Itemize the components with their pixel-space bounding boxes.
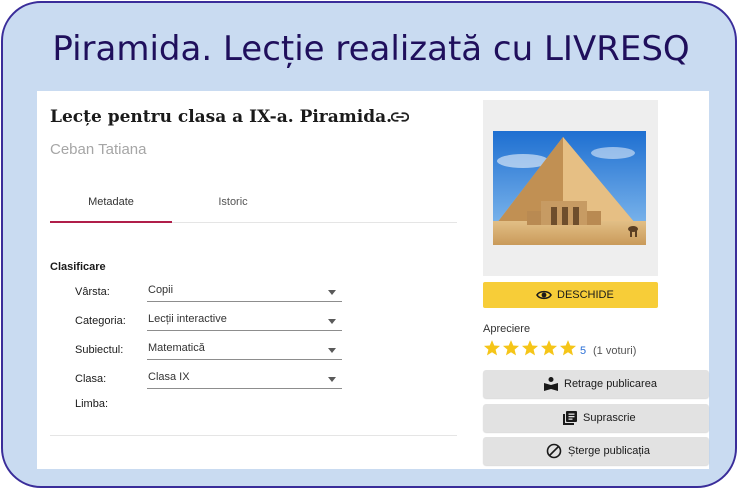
library-books-icon <box>563 411 577 425</box>
lesson-thumbnail-box <box>483 100 658 276</box>
link-icon[interactable] <box>391 110 409 124</box>
rating-votes: (1 voturi) <box>593 345 637 357</box>
pyramid-image <box>493 131 646 245</box>
age-value: Copii <box>148 284 174 296</box>
star-icon[interactable] <box>559 339 577 357</box>
delete-label: Șterge publicația <box>568 445 650 457</box>
star-icon[interactable] <box>502 339 520 357</box>
tab-istoric[interactable]: Istoric <box>172 189 294 223</box>
rating-label: Apreciere <box>483 323 531 335</box>
grade-label: Clasa: <box>75 373 107 385</box>
eye-icon <box>536 290 552 300</box>
grade-value: Clasa IX <box>148 371 190 383</box>
tab-metadate[interactable]: Metadate <box>50 189 172 223</box>
age-label: Vârsta: <box>75 286 110 298</box>
rating-stars <box>483 339 578 359</box>
star-icon[interactable] <box>540 339 558 357</box>
chevron-down-icon <box>328 377 336 382</box>
book-reader-icon <box>544 377 558 391</box>
overwrite-button[interactable]: Suprascrie <box>483 404 709 432</box>
category-value: Lecții interactive <box>148 313 227 325</box>
page-title: Piramida. Lecție realizată cu LIVRESQ <box>52 29 690 69</box>
tab-bar: Metadate Istoric <box>50 189 457 223</box>
rating-value: 5 <box>580 345 587 357</box>
category-select[interactable]: Lecții interactive <box>147 310 342 331</box>
language-label: Limba: <box>75 398 109 410</box>
unpublish-label: Retrage publicarea <box>564 378 657 390</box>
lesson-title: Lecțe pentru clasa a IX-a. Piramida. <box>50 107 393 127</box>
category-label: Categoria: <box>75 315 126 327</box>
subject-label: Subiectul: <box>75 344 124 356</box>
star-icon[interactable] <box>483 339 501 357</box>
block-icon <box>546 443 562 459</box>
subject-value: Matematică <box>148 342 205 354</box>
open-button-label: DESCHIDE <box>557 289 614 301</box>
divider <box>50 435 457 436</box>
open-button[interactable]: DESCHIDE <box>483 282 658 308</box>
delete-button[interactable]: Șterge publicația <box>483 437 709 465</box>
grade-select[interactable]: Clasa IX <box>147 368 342 389</box>
lesson-panel: Lecțe pentru clasa a IX-a. Piramida. Ceb… <box>37 91 709 469</box>
age-select[interactable]: Copii <box>147 281 342 302</box>
unpublish-button[interactable]: Retrage publicarea <box>483 370 709 398</box>
overwrite-label: Suprascrie <box>583 412 636 424</box>
star-icon[interactable] <box>521 339 539 357</box>
chevron-down-icon <box>328 319 336 324</box>
classification-title: Clasificare <box>50 261 106 273</box>
subject-select[interactable]: Matematică <box>147 339 342 360</box>
author-name: Ceban Tatiana <box>50 141 147 158</box>
promo-frame: Piramida. Lecție realizată cu LIVRESQ Le… <box>1 1 737 488</box>
chevron-down-icon <box>328 290 336 295</box>
chevron-down-icon <box>328 348 336 353</box>
